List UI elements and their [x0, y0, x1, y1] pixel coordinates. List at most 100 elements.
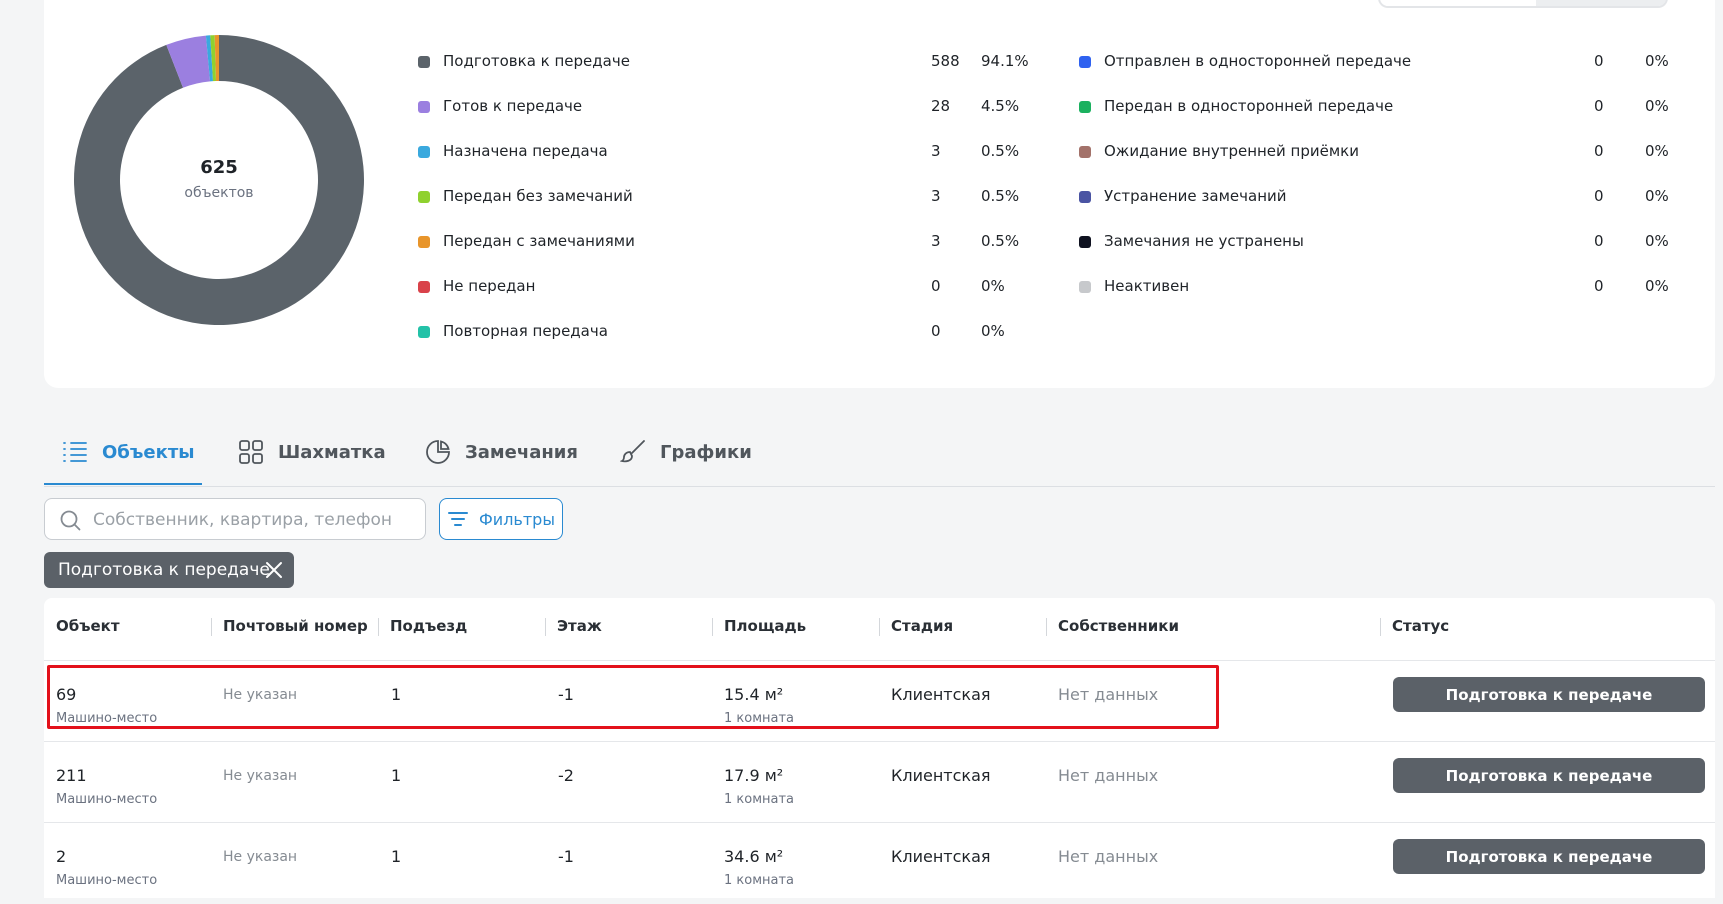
rooms: 1 комната: [724, 792, 795, 807]
legend-label: Не передан: [443, 277, 536, 295]
legend-label: Подготовка к передаче: [443, 52, 630, 70]
legend-color-swatch: [418, 146, 430, 158]
table-row[interactable]: 69 Машино-место Не указан 1 -1 15.4 м² 1…: [44, 661, 1715, 742]
legend-percent: 0%: [1645, 232, 1669, 250]
legend-count: 588: [931, 52, 960, 70]
rooms: 1 комната: [724, 711, 795, 726]
legend-item[interactable]: Назначена передача 3 0.5%: [418, 142, 1038, 162]
legend-percent: 0.5%: [981, 187, 1020, 205]
object-type: Машино-место: [56, 711, 158, 726]
area: 15.4 м²: [724, 685, 784, 704]
object-number: 211: [56, 766, 87, 785]
grid-icon: [239, 440, 263, 464]
legend-label: Передан без замечаний: [443, 187, 633, 205]
column-header-status[interactable]: Статус: [1392, 598, 1449, 654]
column-header-postal[interactable]: Почтовый номер: [223, 598, 368, 654]
legend-item[interactable]: Подготовка к передаче 588 94.1%: [418, 52, 1038, 72]
table-row[interactable]: 211 Машино-место Не указан 1 -2 17.9 м² …: [44, 742, 1715, 823]
legend-color-swatch: [1079, 56, 1091, 68]
object-number: 69: [56, 685, 77, 704]
tab-remarks[interactable]: Замечания: [425, 418, 578, 486]
object-number: 2: [56, 847, 67, 866]
legend-count: 3: [931, 232, 941, 250]
legend-label: Передан в односторонней передаче: [1104, 97, 1394, 115]
tab-chessboard-label: Шахматка: [278, 441, 386, 463]
legend-label: Повторная передача: [443, 322, 608, 340]
legend-color-swatch: [1079, 191, 1091, 203]
column-header-floor[interactable]: Этаж: [557, 598, 602, 654]
legend-count: 0: [1594, 187, 1604, 205]
search-input[interactable]: [91, 499, 415, 541]
legend-label: Передан с замечаниями: [443, 232, 635, 250]
legend-percent: 0%: [1645, 142, 1669, 160]
status-donut-chart: [74, 35, 364, 325]
view-toggle[interactable]: [1378, 0, 1668, 8]
entrance: 1: [391, 847, 402, 866]
legend-label: Готов к передаче: [443, 97, 583, 115]
list-icon: [63, 442, 87, 462]
column-separator: [1046, 618, 1047, 636]
active-filter-chip-label: Подготовка к передаче: [58, 560, 270, 580]
status-button[interactable]: Подготовка к передаче: [1393, 839, 1705, 874]
status-button[interactable]: Подготовка к передаче: [1393, 758, 1705, 793]
column-header-entrance[interactable]: Подъезд: [390, 598, 467, 654]
legend-count: 3: [931, 187, 941, 205]
close-icon[interactable]: [264, 560, 284, 580]
objects-table: Объект Почтовый номер Подъезд Этаж Площа…: [44, 598, 1715, 898]
postal-number: Не указан: [223, 768, 298, 784]
legend-item[interactable]: Замечания не устранены 0 0%: [1079, 232, 1699, 252]
legend-item[interactable]: Передан без замечаний 3 0.5%: [418, 187, 1038, 207]
owners: Нет данных: [1058, 685, 1159, 704]
floor: -1: [558, 847, 574, 866]
tab-remarks-label: Замечания: [465, 441, 578, 463]
owners: Нет данных: [1058, 847, 1159, 866]
legend-item[interactable]: Не передан 0 0%: [418, 277, 1038, 297]
pie-chart-icon: [426, 440, 450, 464]
tab-schedules[interactable]: Графики: [620, 418, 752, 486]
tab-objects-label: Объекты: [102, 441, 195, 463]
tab-schedules-label: Графики: [660, 441, 752, 463]
legend-label: Устранение замечаний: [1104, 187, 1287, 205]
legend-item[interactable]: Ожидание внутренней приёмки 0 0%: [1079, 142, 1699, 162]
search-box[interactable]: [44, 498, 426, 541]
column-separator: [879, 618, 880, 636]
legend-label: Неактивен: [1104, 277, 1190, 295]
legend-percent: 0%: [1645, 97, 1669, 115]
legend-item[interactable]: Передан в односторонней передаче 0 0%: [1079, 97, 1699, 117]
legend-count: 0: [1594, 142, 1604, 160]
column-header-object[interactable]: Объект: [56, 598, 120, 654]
legend-item[interactable]: Отправлен в односторонней передаче 0 0%: [1079, 52, 1699, 72]
legend-percent: 0%: [1645, 52, 1669, 70]
legend-label: Назначена передача: [443, 142, 608, 160]
filters-button-label: Фильтры: [479, 509, 555, 529]
view-toggle-right[interactable]: [1536, 0, 1666, 6]
area: 34.6 м²: [724, 847, 784, 866]
legend-color-swatch: [1079, 281, 1091, 293]
view-toggle-left[interactable]: [1380, 0, 1536, 6]
legend-color-swatch: [1079, 146, 1091, 158]
legend-count: 0: [1594, 232, 1604, 250]
legend-item[interactable]: Неактивен 0 0%: [1079, 277, 1699, 297]
legend-color-swatch: [1079, 236, 1091, 248]
legend-percent: 0.5%: [981, 232, 1020, 250]
legend-item[interactable]: Готов к передаче 28 4.5%: [418, 97, 1038, 117]
legend-label: Отправлен в односторонней передаче: [1104, 52, 1412, 70]
column-header-area[interactable]: Площадь: [724, 598, 806, 654]
legend-count: 0: [931, 322, 941, 340]
filters-button[interactable]: Фильтры: [439, 498, 563, 540]
legend-color-swatch: [418, 101, 430, 113]
tab-chessboard[interactable]: Шахматка: [238, 418, 386, 486]
legend-item[interactable]: Передан с замечаниями 3 0.5%: [418, 232, 1038, 252]
tab-bar: Объекты Шахматка Замечания Графики: [44, 418, 1715, 487]
column-header-stage[interactable]: Стадия: [891, 598, 953, 654]
legend-item[interactable]: Повторная передача 0 0%: [418, 322, 1038, 342]
column-separator: [1380, 618, 1381, 636]
column-header-owners[interactable]: Собственники: [1058, 598, 1179, 654]
legend-item[interactable]: Устранение замечаний 0 0%: [1079, 187, 1699, 207]
tab-objects[interactable]: Объекты: [62, 418, 195, 486]
table-row[interactable]: 2 Машино-место Не указан 1 -1 34.6 м² 1 …: [44, 823, 1715, 904]
legend-percent: 0.5%: [981, 142, 1020, 160]
status-button[interactable]: Подготовка к передаче: [1393, 677, 1705, 712]
column-separator: [712, 618, 713, 636]
active-filter-chip: Подготовка к передаче: [44, 552, 294, 588]
